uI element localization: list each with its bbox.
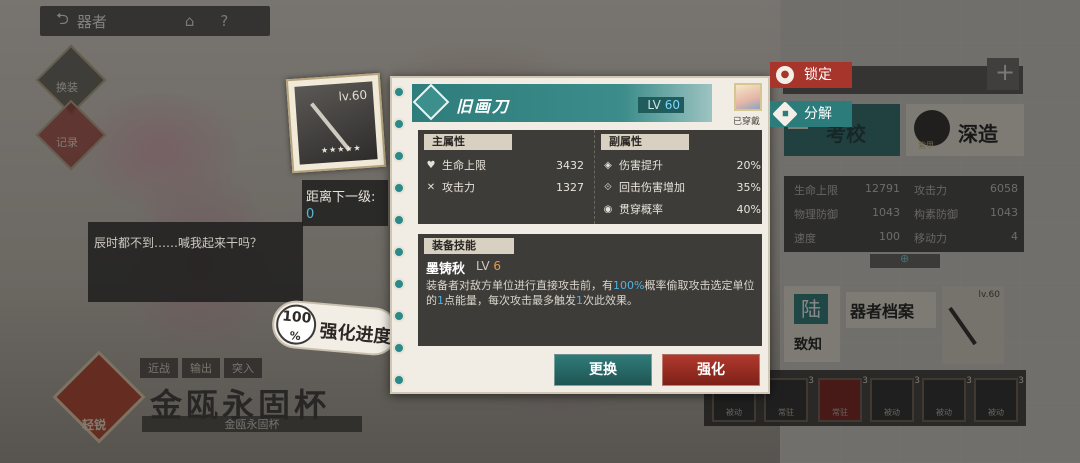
weapon-level: lv.60 — [338, 87, 368, 104]
enhance-button[interactable]: 强化 — [662, 354, 760, 386]
dialog-text: 辰时都不到……喊我起来干吗？ — [94, 236, 263, 250]
counter-icon: ⟐ — [604, 181, 612, 193]
damage-up-icon: ◈ — [604, 159, 612, 171]
weapon-card: lv.60 ★★★★★ — [285, 72, 387, 174]
progress-circle: 100 % — [274, 302, 318, 347]
attr-row-counter: ⟐ 回击伤害增加 35% — [601, 178, 761, 196]
equipment-level: LV 60 — [638, 97, 684, 113]
progress-unit: % — [289, 329, 302, 344]
progress-percent: 100 — [281, 308, 313, 327]
lock-label: 锁定 — [804, 67, 832, 83]
attr-row-hp: ♥ 生命上限 3432 — [424, 156, 584, 174]
wearer-avatar[interactable] — [734, 83, 762, 111]
equipment-skill-box: 装备技能 墨铸秋 LV 6 装备者对敌方单位进行直接攻击前，有100%概率偷取攻… — [418, 234, 762, 346]
equipment-header: 旧画刀 LV 60 — [412, 83, 712, 122]
binder-ring — [393, 246, 405, 258]
equipped-label: 已穿戴 — [733, 117, 761, 127]
sub-attributes: 副属性 ◈ 伤害提升 20% ⟐ 回击伤害增加 35% ◉ 贯穿概率 40% — [594, 130, 762, 224]
equipment-name: 旧画刀 — [456, 97, 511, 116]
progress-label: 强化进度 — [318, 320, 393, 348]
equipment-detail-panel: 旧画刀 LV 60 已穿戴 主属性 ♥ 生命上限 3432 ✕ 攻击力 1327… — [390, 76, 770, 394]
main-attr-title: 主属性 — [424, 134, 512, 150]
skill-level: LV 6 — [476, 259, 502, 273]
pierce-icon: ◉ — [603, 203, 613, 215]
decompose-tab[interactable]: ◆ 分解 — [770, 101, 852, 127]
main-attributes: 主属性 ♥ 生命上限 3432 ✕ 攻击力 1327 — [418, 130, 590, 224]
attr-row-attack: ✕ 攻击力 1327 — [424, 178, 584, 196]
attr-row-pierce: ◉ 贯穿概率 40% — [601, 200, 761, 218]
next-level-box: 距离下一级: 0 — [302, 180, 388, 226]
star-rating: ★★★★★ — [320, 143, 362, 156]
next-level-value: 0 — [306, 207, 315, 222]
attr-row-damage-up: ◈ 伤害提升 20% — [601, 156, 761, 174]
heart-icon: ♥ — [426, 159, 436, 171]
binder-ring — [393, 182, 405, 194]
dialog-box: 辰时都不到……喊我起来干吗？ — [88, 222, 303, 302]
binder-ring — [393, 150, 405, 162]
skill-name: 墨铸秋 — [426, 262, 466, 277]
lock-icon: ● — [776, 66, 794, 84]
skill-title: 装备技能 — [424, 238, 514, 254]
skill-description: 装备者对敌方单位进行直接攻击前，有100%概率偷取攻击选定单位的1点能量，每次攻… — [426, 279, 755, 307]
weapon-portrait: lv.60 ★★★★★ — [294, 81, 378, 165]
binder-ring — [393, 86, 405, 98]
binder-ring — [393, 214, 405, 226]
binder-ring — [393, 342, 405, 354]
blade-type-icon — [412, 83, 450, 121]
decompose-label: 分解 — [804, 106, 832, 122]
swords-icon: ✕ — [426, 181, 436, 193]
binder-ring — [393, 118, 405, 130]
binder-ring — [393, 310, 405, 322]
lock-tab[interactable]: ● 锁定 — [770, 62, 852, 88]
next-level-label: 距离下一级: — [306, 190, 376, 205]
binder-ring — [393, 374, 405, 386]
decompose-icon: ◆ — [772, 101, 798, 127]
binder-ring — [393, 278, 405, 290]
replace-button[interactable]: 更换 — [554, 354, 652, 386]
sub-attr-title: 副属性 — [601, 134, 689, 150]
attributes-box: 主属性 ♥ 生命上限 3432 ✕ 攻击力 1327 副属性 ◈ 伤害提升 20… — [418, 130, 762, 224]
